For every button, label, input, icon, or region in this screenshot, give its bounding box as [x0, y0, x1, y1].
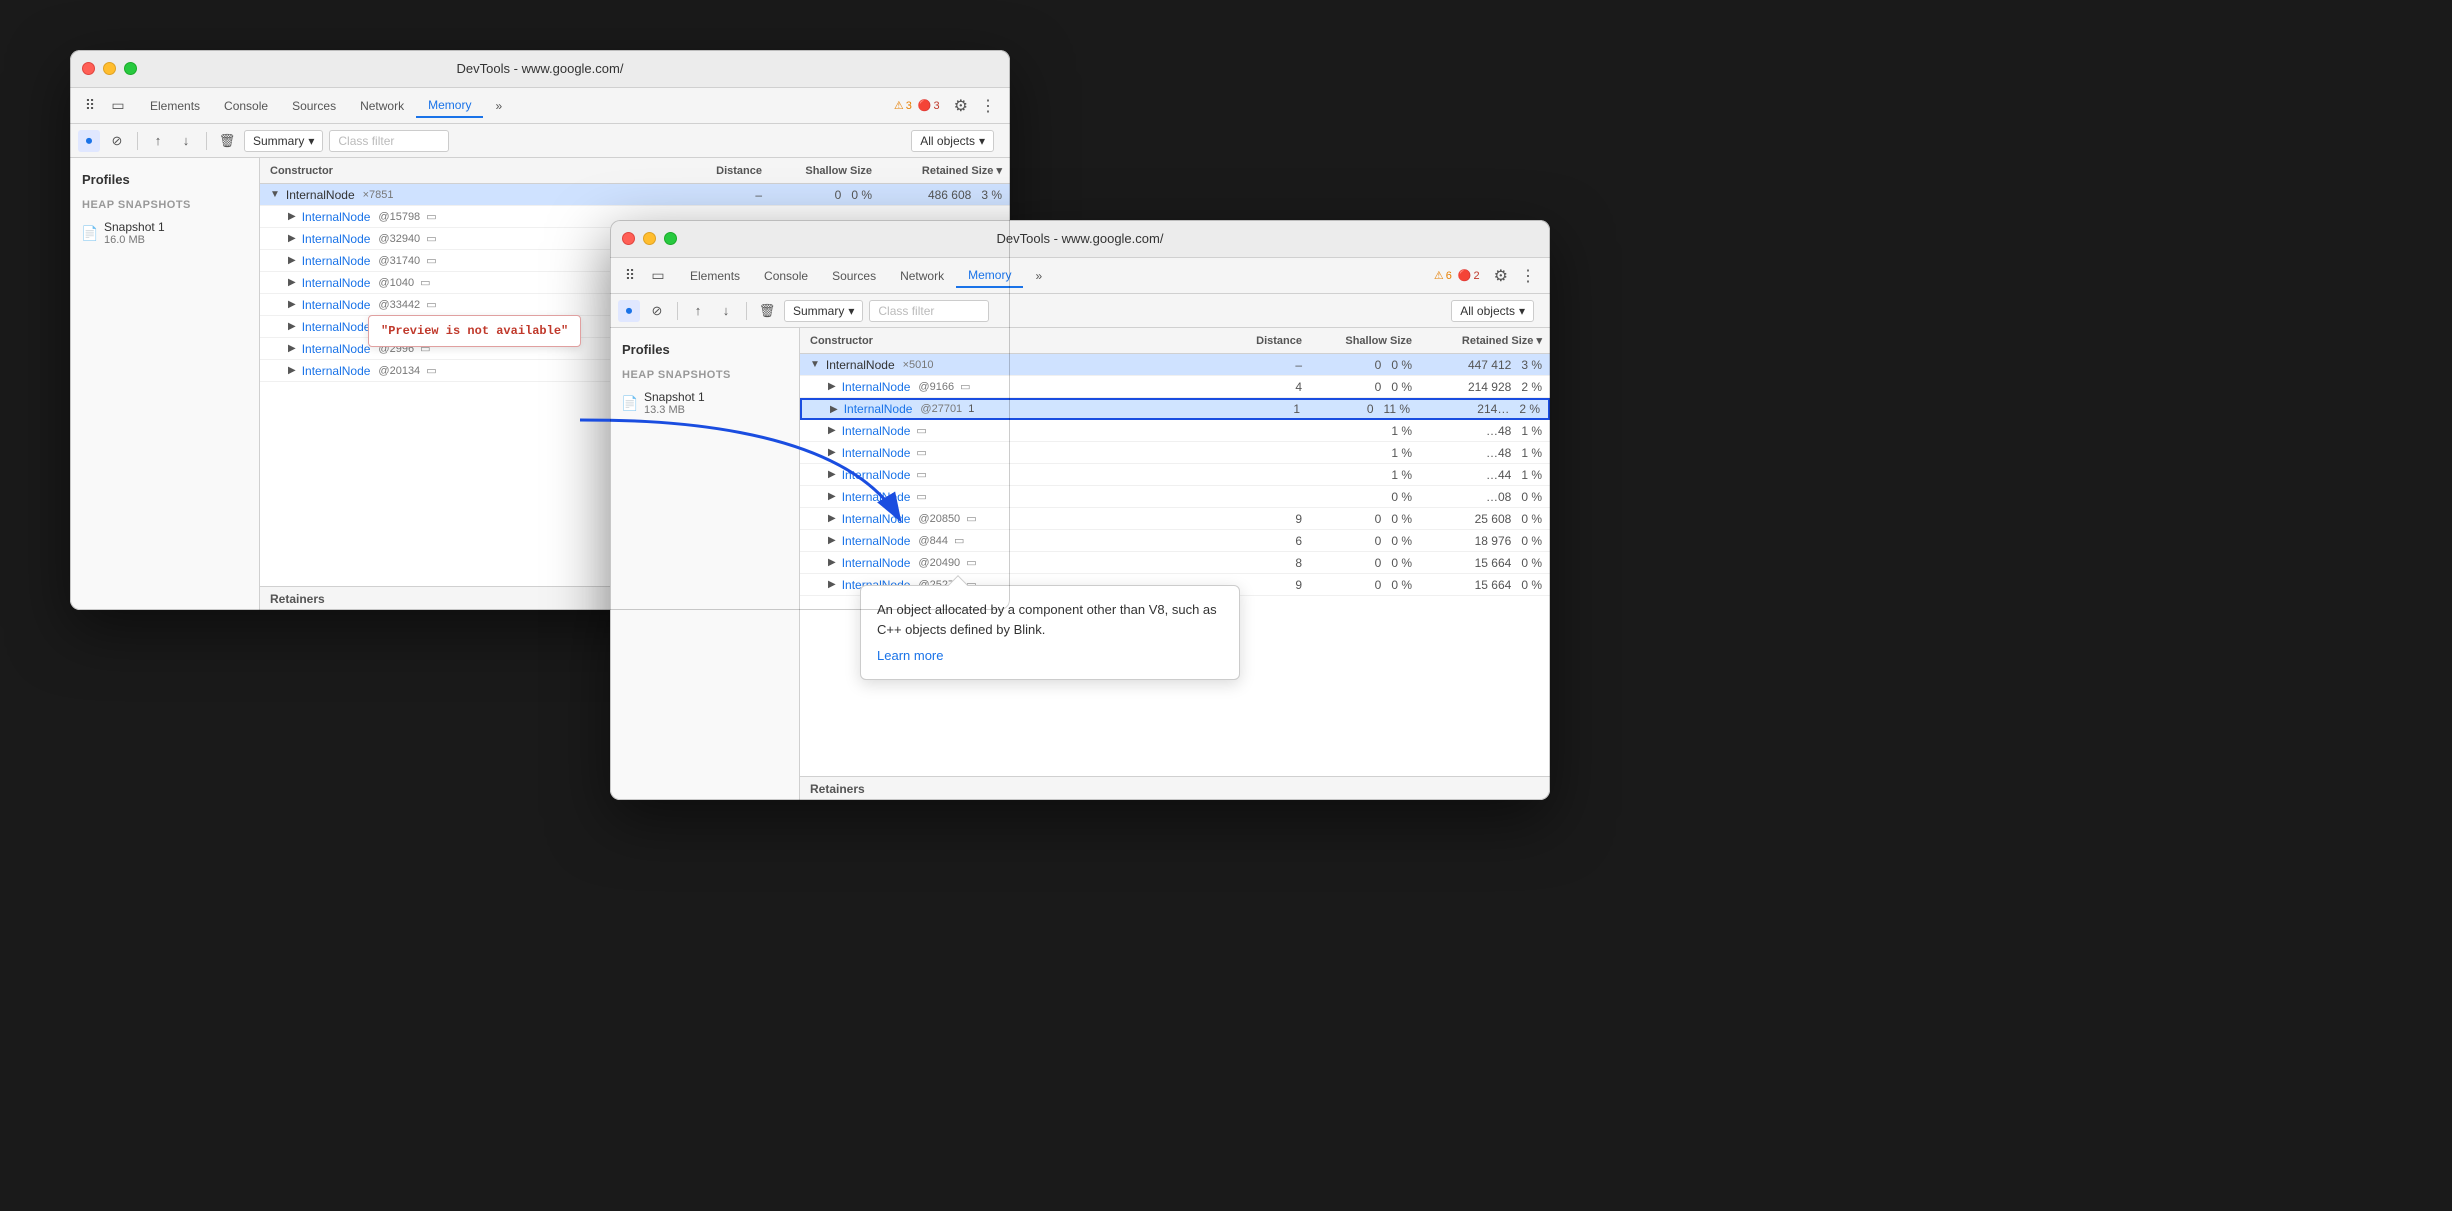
- upload-btn-2[interactable]: ↑: [687, 300, 709, 322]
- memory-toolbar-2: ⏺ ⊘ ↑ ↓ 🗑 Summary ▾ Class filter All obj…: [610, 294, 1550, 328]
- tab-console-1[interactable]: Console: [212, 95, 280, 117]
- memory-toolbar-1: ⏺ ⊘ ↑ ↓ 🗑 Summary ▾ Class filter All obj…: [70, 124, 1010, 158]
- tooltip-text-2: An object allocated by a component other…: [877, 600, 1223, 639]
- warn-badge-1: ⚠ 3: [894, 99, 912, 112]
- more-icon-2[interactable]: ⋮: [1514, 266, 1542, 286]
- traffic-lights-2: [622, 232, 677, 245]
- record-btn-2[interactable]: ⏺: [618, 300, 640, 322]
- all-objects-dropdown-1[interactable]: All objects ▾: [911, 130, 994, 152]
- device-icon-2[interactable]: ▭: [646, 264, 670, 288]
- snapshot-item-1[interactable]: 📄 Snapshot 1 16.0 MB: [70, 215, 259, 251]
- profiles-title-2: Profiles: [610, 338, 799, 361]
- tab-console-2[interactable]: Console: [752, 265, 820, 287]
- col-header-retained-1: Retained Size ▾: [880, 164, 1010, 177]
- col-header-constructor-2: Constructor: [800, 335, 1230, 347]
- table-header-2: Constructor Distance Shallow Size Retain…: [800, 328, 1550, 354]
- download-btn-2[interactable]: ↓: [715, 300, 737, 322]
- err-badge-1: 🔴 3: [918, 99, 940, 112]
- close-button-1[interactable]: [82, 62, 95, 75]
- learn-more-link[interactable]: Learn more: [877, 648, 943, 663]
- inspector-icon-2[interactable]: ⠿: [618, 264, 642, 288]
- tab-elements-2[interactable]: Elements: [678, 265, 752, 287]
- snapshot-info-1: Snapshot 1 16.0 MB: [104, 220, 165, 246]
- inspector-icon-1[interactable]: ⠿: [78, 94, 102, 118]
- traffic-lights-1: [82, 62, 137, 75]
- tab-memory-1[interactable]: Memory: [416, 94, 483, 118]
- clear-btn-2[interactable]: ⊘: [646, 300, 668, 322]
- close-button-2[interactable]: [622, 232, 635, 245]
- expand-arrow[interactable]: ▶: [828, 579, 836, 590]
- expand-arrow[interactable]: ▶: [288, 255, 296, 266]
- upload-btn-1[interactable]: ↑: [147, 130, 169, 152]
- expand-arrow[interactable]: ▶: [288, 211, 296, 222]
- minimize-button-2[interactable]: [643, 232, 656, 245]
- collect-btn-2[interactable]: 🗑: [756, 300, 778, 322]
- device-icon-1[interactable]: ▭: [106, 94, 130, 118]
- sep-2: [206, 132, 207, 150]
- sidebar-1: Profiles HEAP SNAPSHOTS 📄 Snapshot 1 16.…: [70, 158, 260, 610]
- expand-arrow[interactable]: ▶: [288, 299, 296, 310]
- sep-4: [746, 302, 747, 320]
- window-title-1: DevTools - www.google.com/: [457, 61, 624, 76]
- devtools-tabs-1: ⠿ ▭ Elements Console Sources Network Mem…: [70, 88, 1010, 124]
- preview-not-available-box: "Preview is not available": [368, 315, 581, 347]
- summary-dropdown-1[interactable]: Summary ▾: [244, 130, 323, 152]
- tab-memory-2[interactable]: Memory: [956, 264, 1023, 288]
- expand-arrow[interactable]: ▶: [288, 343, 296, 354]
- col-header-distance-1: Distance: [690, 165, 770, 177]
- table-header-1: Constructor Distance Shallow Size Retain…: [260, 158, 1010, 184]
- tab-sources-1[interactable]: Sources: [280, 95, 348, 117]
- tab-sources-2[interactable]: Sources: [820, 265, 888, 287]
- heap-snapshots-section-1: HEAP SNAPSHOTS: [70, 191, 259, 215]
- col-header-constructor-1: Constructor: [260, 165, 690, 177]
- devtools-tabs-2: ⠿ ▭ Elements Console Sources Network Mem…: [610, 258, 1550, 294]
- profiles-title-1: Profiles: [70, 168, 259, 191]
- maximize-button-1[interactable]: [124, 62, 137, 75]
- warn-badge-2: ⚠ 6: [1434, 269, 1452, 282]
- clear-btn-1[interactable]: ⊘: [106, 130, 128, 152]
- col-header-distance-2: Distance: [1230, 335, 1310, 347]
- err-badge-2: 🔴 2: [1458, 269, 1480, 282]
- table-row[interactable]: ▼InternalNode×7851 – 0 0 % 486 608 3 %: [260, 184, 1010, 206]
- download-btn-1[interactable]: ↓: [175, 130, 197, 152]
- class-filter-2[interactable]: Class filter: [869, 300, 989, 322]
- col-header-shallow-2: Shallow Size: [1310, 335, 1420, 347]
- tab-network-1[interactable]: Network: [348, 95, 416, 117]
- all-objects-dropdown-2[interactable]: All objects ▾: [1451, 300, 1534, 322]
- expand-arrow[interactable]: ▶: [288, 365, 296, 376]
- class-filter-1[interactable]: Class filter: [329, 130, 449, 152]
- tooltip-box-2: An object allocated by a component other…: [860, 585, 1240, 680]
- tab-network-2[interactable]: Network: [888, 265, 956, 287]
- window-title-2: DevTools - www.google.com/: [997, 231, 1164, 246]
- summary-dropdown-2[interactable]: Summary ▾: [784, 300, 863, 322]
- collect-btn-1[interactable]: 🗑: [216, 130, 238, 152]
- maximize-button-2[interactable]: [664, 232, 677, 245]
- retainers-bar-2: Retainers: [800, 776, 1550, 800]
- badge-container-2: ⚠ 6 🔴 2: [1434, 269, 1480, 282]
- tab-more-1[interactable]: »: [483, 95, 514, 117]
- record-btn-1[interactable]: ⏺: [78, 130, 100, 152]
- col-header-retained-2: Retained Size ▾: [1420, 334, 1550, 347]
- settings-icon-2[interactable]: ⚙: [1488, 266, 1514, 286]
- more-icon-1[interactable]: ⋮: [974, 96, 1002, 116]
- title-bar-2: DevTools - www.google.com/: [610, 220, 1550, 258]
- expand-arrow[interactable]: ▶: [288, 233, 296, 244]
- settings-icon-1[interactable]: ⚙: [948, 96, 974, 116]
- snapshot-icon-1: 📄: [82, 225, 98, 241]
- tab-more-2[interactable]: »: [1023, 265, 1054, 287]
- badge-container-1: ⚠ 3 🔴 3: [894, 99, 940, 112]
- expand-arrow[interactable]: ▼: [270, 189, 280, 200]
- minimize-button-1[interactable]: [103, 62, 116, 75]
- expand-arrow[interactable]: ▶: [288, 277, 296, 288]
- sep-1: [137, 132, 138, 150]
- tab-elements-1[interactable]: Elements: [138, 95, 212, 117]
- expand-arrow[interactable]: ▶: [288, 321, 296, 332]
- title-bar-1: DevTools - www.google.com/: [70, 50, 1010, 88]
- blue-arrow-svg: [520, 360, 940, 580]
- col-header-shallow-1: Shallow Size: [770, 165, 880, 177]
- sep-3: [677, 302, 678, 320]
